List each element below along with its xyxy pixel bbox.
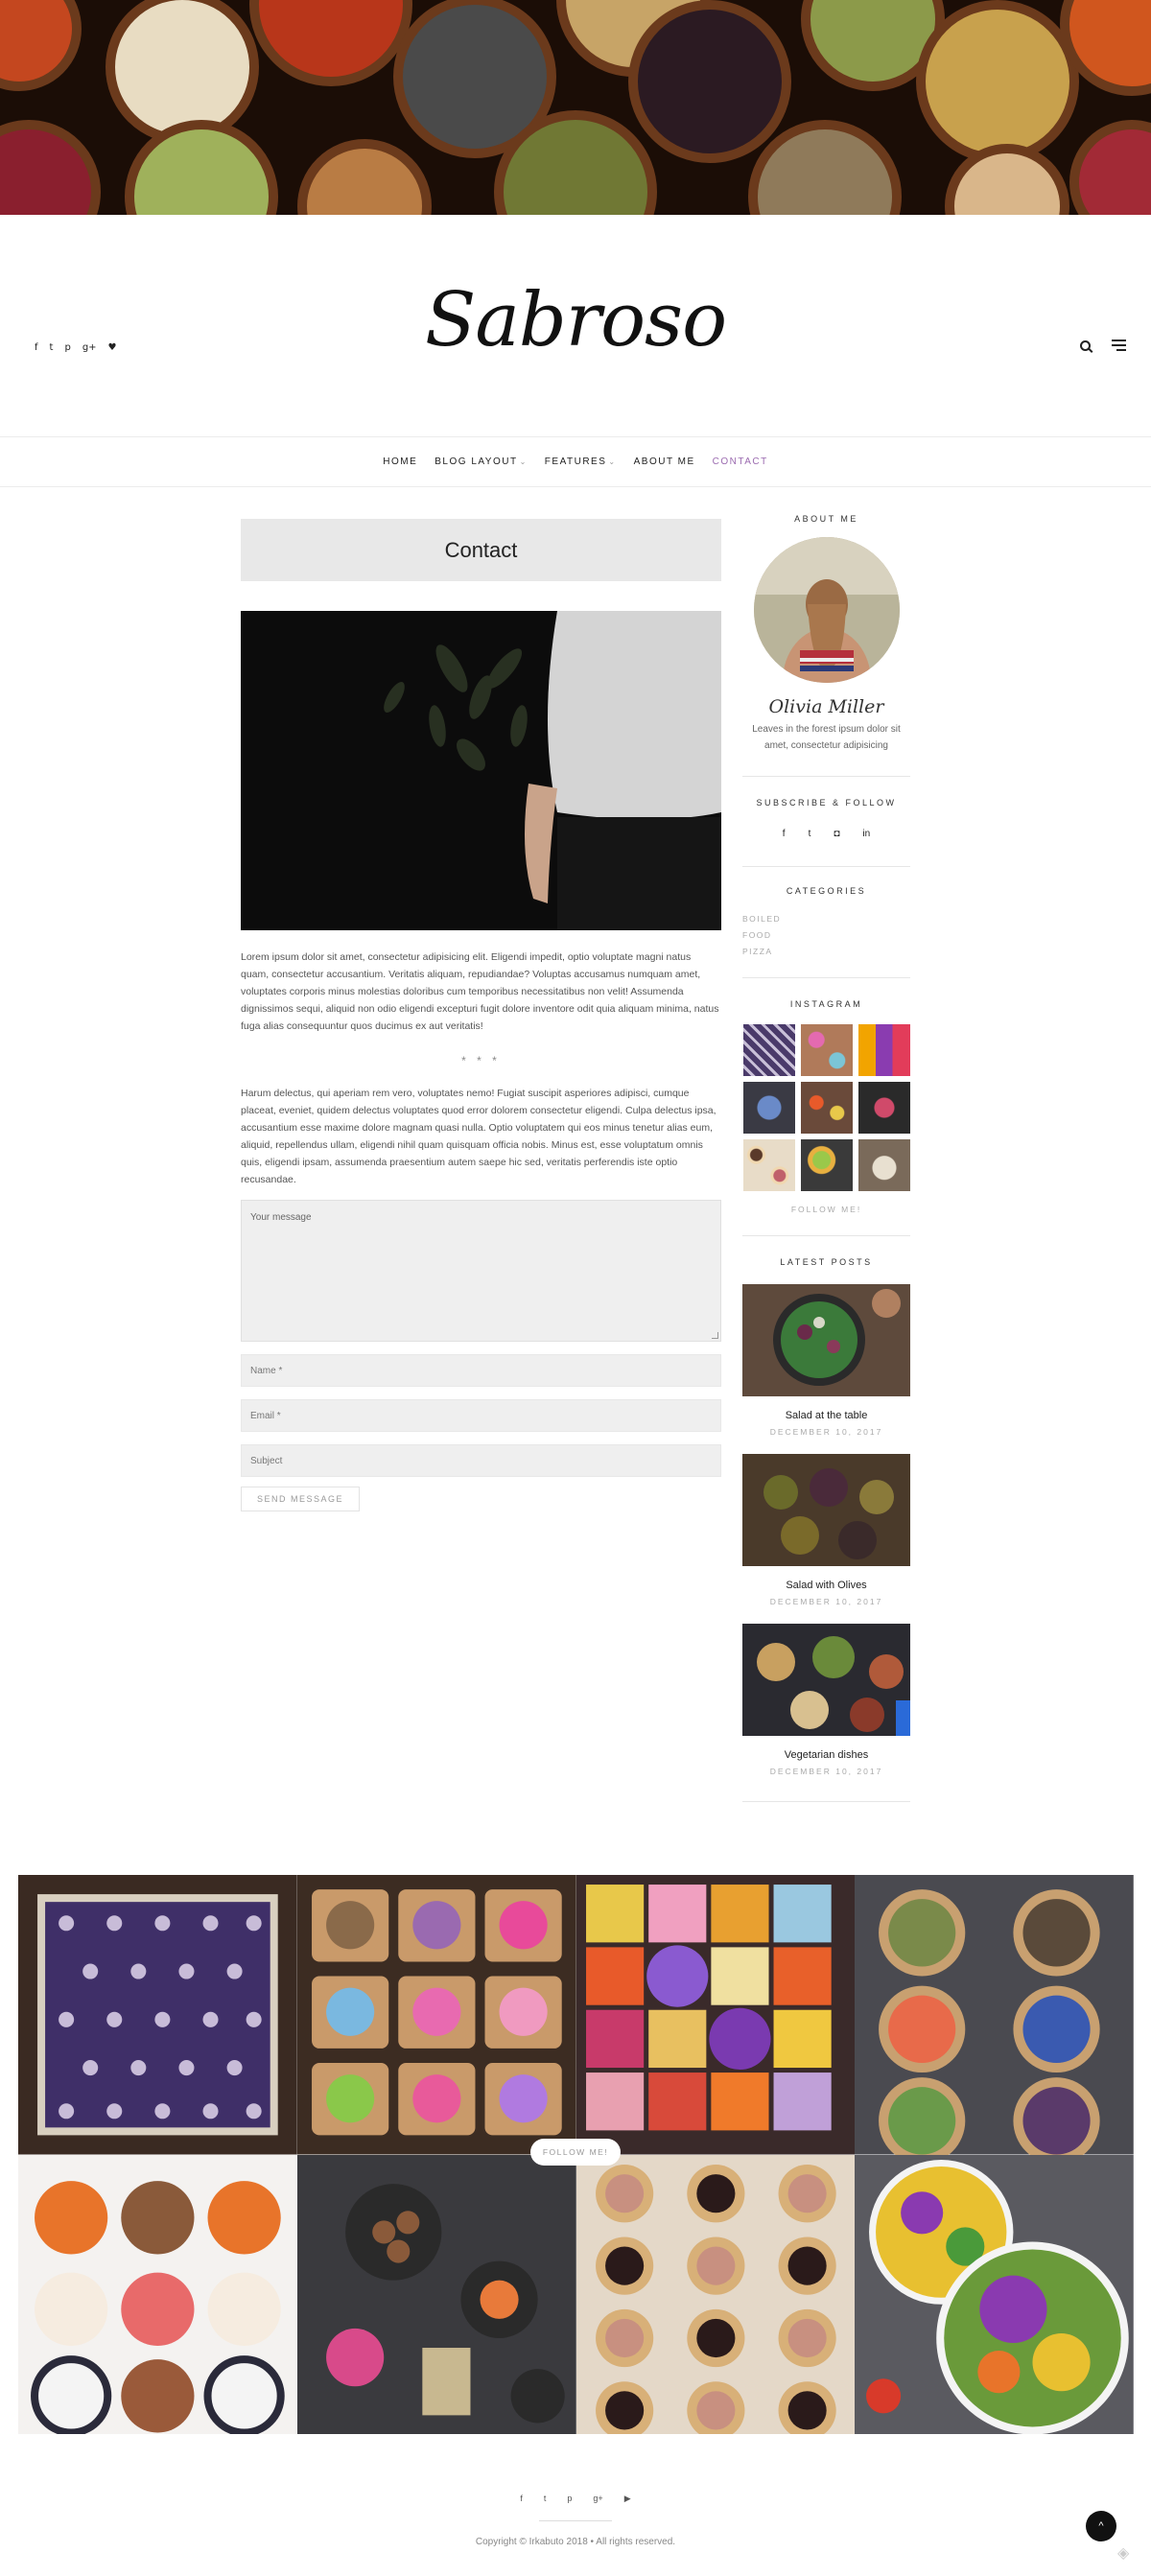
post-thumbnail[interactable] xyxy=(742,1624,910,1736)
site-header: f t p g+ ♥ Sabroso xyxy=(0,215,1151,437)
instagram-thumb[interactable] xyxy=(800,1024,853,1076)
hamburger-icon[interactable] xyxy=(1112,340,1126,351)
gallery-image[interactable] xyxy=(855,2154,1134,2434)
nav-item-label: BLOG LAYOUT xyxy=(435,457,518,467)
page-title-box: Contact xyxy=(241,519,721,581)
gallery-image[interactable] xyxy=(855,1875,1134,2155)
nav-item-home[interactable]: HOME xyxy=(383,457,417,467)
second-paragraph: Harum delectus, qui aperiam rem vero, vo… xyxy=(241,1088,716,1185)
post-date: DECEMBER 10, 2017 xyxy=(769,1767,883,1776)
category-link[interactable]: FOOD xyxy=(742,927,910,944)
page-title: Contact xyxy=(444,537,518,562)
search-icon[interactable] xyxy=(1080,340,1091,351)
featured-image xyxy=(241,611,721,930)
post-title[interactable]: Salad with Olives xyxy=(742,1580,910,1591)
instagram-thumb[interactable] xyxy=(742,1024,795,1076)
copyright-text: Copyright © Irkabuto 2018 • All rights r… xyxy=(475,2537,676,2547)
gallery-image[interactable] xyxy=(18,1875,297,2155)
latest-posts-widget-title: LATEST POSTS xyxy=(780,1257,873,1267)
name-input[interactable]: Name * xyxy=(241,1354,721,1387)
author-bio: Leaves in the forest ipsum dolor sit ame… xyxy=(752,724,901,751)
post-thumbnail[interactable] xyxy=(742,1284,910,1396)
nav-item-features[interactable]: FEATURES ⌄ xyxy=(545,457,617,467)
instagram-thumb[interactable] xyxy=(857,1024,910,1076)
latest-post[interactable]: Salad at the table DECEMBER 10, 2017 xyxy=(742,1284,910,1437)
instagram-thumb[interactable] xyxy=(800,1082,853,1134)
gallery-image[interactable] xyxy=(576,2154,856,2434)
divider xyxy=(742,1801,910,1802)
chevron-up-icon: ^ xyxy=(1098,2520,1104,2532)
post-title[interactable]: Salad at the table xyxy=(742,1410,910,1421)
instagram-grid xyxy=(742,1024,910,1191)
contact-form: Your message Name * Email * Subject SEND… xyxy=(241,1200,721,1511)
gallery-image[interactable] xyxy=(296,1875,576,2155)
linkedin-icon[interactable]: in xyxy=(862,829,870,839)
subscribe-social-links: f t ◘ in xyxy=(742,829,910,839)
diamond-icon: ◈ xyxy=(1117,2545,1130,2562)
main-content: Contact Lorem ipsum dolor sit amet, cons… xyxy=(241,519,721,1511)
instagram-icon[interactable]: ◘ xyxy=(834,829,839,839)
gallery-image[interactable] xyxy=(18,2154,297,2434)
footer-divider xyxy=(539,2520,612,2521)
divider xyxy=(742,977,910,978)
back-to-top-button[interactable]: ^ xyxy=(1086,2511,1116,2541)
message-textarea[interactable]: Your message xyxy=(241,1200,721,1342)
gallery-image[interactable] xyxy=(296,2154,576,2434)
category-link[interactable]: PIZZA xyxy=(742,944,910,960)
gallery-image[interactable] xyxy=(576,1875,856,2155)
post-thumbnail[interactable] xyxy=(742,1454,910,1566)
instagram-thumb[interactable] xyxy=(742,1082,795,1134)
subscribe-widget-title: SUBSCRIBE & FOLLOW xyxy=(756,798,897,808)
main-navigation: HOME BLOG LAYOUT ⌄ FEATURES ⌄ ABOUT ME CON… xyxy=(0,437,1151,487)
latest-post[interactable]: Salad with Olives DECEMBER 10, 2017 xyxy=(742,1454,910,1606)
about-widget-title: ABOUT ME xyxy=(794,514,858,524)
post-title[interactable]: Vegetarian dishes xyxy=(742,1749,910,1761)
divider xyxy=(742,1235,910,1236)
chevron-down-icon: ⌄ xyxy=(519,457,528,466)
nav-item-blog-layout[interactable]: BLOG LAYOUT ⌄ xyxy=(435,457,528,467)
divider xyxy=(742,866,910,867)
nav-item-contact[interactable]: CONTACT xyxy=(713,457,768,467)
hero-banner-image xyxy=(0,0,1151,215)
author-avatar xyxy=(753,537,900,683)
instagram-widget-title: INSTAGRAM xyxy=(789,999,863,1009)
send-message-button[interactable]: SEND MESSAGE xyxy=(241,1487,361,1511)
instagram-thumb[interactable] xyxy=(857,1082,910,1134)
gallery-follow-button[interactable]: FOLLOW ME! xyxy=(530,2139,621,2166)
section-separator: * * * xyxy=(461,1054,501,1067)
subject-input[interactable]: Subject xyxy=(241,1444,721,1477)
chevron-down-icon: ⌄ xyxy=(608,457,617,466)
email-input[interactable]: Email * xyxy=(241,1399,721,1432)
instagram-follow-link[interactable]: FOLLOW ME! xyxy=(742,1205,910,1214)
categories-widget-title: CATEGORIES xyxy=(786,886,867,896)
facebook-icon[interactable]: f xyxy=(520,2494,523,2504)
site-logo[interactable]: Sabroso xyxy=(0,277,1151,363)
youtube-icon[interactable]: ▶ xyxy=(624,2494,631,2504)
category-link[interactable]: BOILED xyxy=(742,911,910,927)
intro-paragraph: Lorem ipsum dolor sit amet, consectetur … xyxy=(241,951,719,1032)
twitter-icon[interactable]: t xyxy=(809,829,811,839)
latest-post[interactable]: Vegetarian dishes DECEMBER 10, 2017 xyxy=(742,1624,910,1776)
categories-list: BOILED FOOD PIZZA xyxy=(742,911,910,960)
twitter-icon[interactable]: t xyxy=(544,2494,547,2504)
instagram-thumb[interactable] xyxy=(857,1139,910,1191)
post-date: DECEMBER 10, 2017 xyxy=(769,1427,883,1437)
instagram-thumb[interactable] xyxy=(742,1139,795,1191)
google-plus-icon[interactable]: g+ xyxy=(593,2494,602,2504)
post-date: DECEMBER 10, 2017 xyxy=(769,1597,883,1606)
pinterest-icon[interactable]: p xyxy=(567,2494,572,2504)
footer-social-links: f t p g+ ▶ xyxy=(0,2494,1151,2504)
author-name: Olivia Miller xyxy=(768,696,884,717)
header-actions xyxy=(1080,340,1126,351)
nav-item-about-me[interactable]: ABOUT ME xyxy=(634,457,695,467)
divider xyxy=(742,776,910,777)
sidebar: ABOUT ME Olivia Miller Leaves in the for… xyxy=(742,514,910,1802)
instagram-thumb[interactable] xyxy=(800,1139,853,1191)
facebook-icon[interactable]: f xyxy=(783,829,786,839)
nav-item-label: FEATURES xyxy=(544,457,607,467)
